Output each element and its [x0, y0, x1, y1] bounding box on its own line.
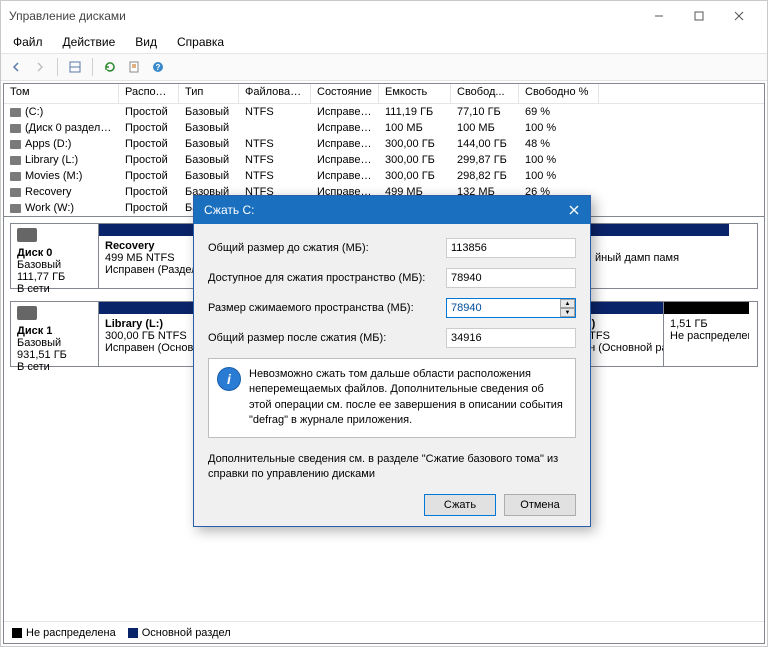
shrink-dialog: Сжать C: Общий размер до сжатия (МБ): 11… [193, 195, 591, 527]
disk-label[interactable]: Диск 1Базовый931,51 ГБВ сети [10, 301, 98, 367]
col-free[interactable]: Свобод... [451, 84, 519, 103]
total-before-value: 113856 [446, 238, 576, 258]
note-text: Дополнительные сведения см. в разделе "С… [208, 452, 576, 483]
volume-grid-header: Том Располо... Тип Файловая с... Состоян… [4, 84, 764, 104]
dialog-title: Сжать C: [204, 203, 254, 217]
partition[interactable]: йный дамп памя [589, 224, 729, 288]
info-icon: i [217, 367, 241, 391]
maximize-button[interactable] [679, 2, 719, 30]
views-button[interactable] [64, 56, 86, 78]
col-layout[interactable]: Располо... [119, 84, 179, 103]
info-box: i Невозможно сжать том дальше области ра… [208, 358, 576, 438]
col-pct[interactable]: Свободно % [519, 84, 599, 103]
menu-help[interactable]: Справка [169, 33, 232, 51]
volume-row[interactable]: Library (L:)ПростойБазовыйNTFSИсправен..… [4, 152, 764, 168]
col-status[interactable]: Состояние [311, 84, 379, 103]
refresh-button[interactable] [99, 56, 121, 78]
help-button[interactable]: ? [147, 56, 169, 78]
menubar: Файл Действие Вид Справка [1, 31, 767, 53]
total-after-label: Общий размер после сжатия (МБ): [208, 332, 446, 344]
window-title: Управление дисками [9, 9, 126, 23]
svg-text:?: ? [156, 63, 161, 72]
toolbar: ? [1, 53, 767, 81]
legend-unalloc: Не распределена [26, 627, 116, 639]
total-after-value: 34916 [446, 328, 576, 348]
partition[interactable]: 1,51 ГБНе распределен [664, 302, 749, 366]
shrink-button[interactable]: Сжать [424, 494, 496, 516]
available-label: Доступное для сжатия пространство (МБ): [208, 272, 446, 284]
cancel-button[interactable]: Отмена [504, 494, 576, 516]
legend: Не распределена Основной раздел [4, 621, 764, 643]
spinner-up[interactable]: ▲ [560, 299, 575, 308]
shrink-amount-label: Размер сжимаемого пространства (МБ): [208, 302, 446, 314]
minimize-button[interactable] [639, 2, 679, 30]
shrink-amount-input[interactable] [446, 298, 576, 318]
forward-button[interactable] [29, 56, 51, 78]
info-text: Невозможно сжать том дальше области расп… [249, 367, 567, 429]
available-value: 78940 [446, 268, 576, 288]
volume-row[interactable]: (C:)ПростойБазовыйNTFSИсправен...111,19 … [4, 104, 764, 120]
close-button[interactable] [719, 2, 759, 30]
col-volume[interactable]: Том [4, 84, 119, 103]
back-button[interactable] [5, 56, 27, 78]
menu-action[interactable]: Действие [55, 33, 124, 51]
col-capacity[interactable]: Емкость [379, 84, 451, 103]
col-type[interactable]: Тип [179, 84, 239, 103]
volume-row[interactable]: Movies (M:)ПростойБазовыйNTFSИсправен...… [4, 168, 764, 184]
menu-view[interactable]: Вид [127, 33, 165, 51]
volume-row[interactable]: (Диск 0 раздел 2)ПростойБазовыйИсправен.… [4, 120, 764, 136]
menu-file[interactable]: Файл [5, 33, 51, 51]
dialog-close-button[interactable] [558, 196, 590, 224]
total-before-label: Общий размер до сжатия (МБ): [208, 242, 446, 254]
volume-row[interactable]: Apps (D:)ПростойБазовыйNTFSИсправен...30… [4, 136, 764, 152]
dialog-titlebar: Сжать C: [194, 196, 590, 224]
disk-label[interactable]: Диск 0Базовый111,77 ГБВ сети [10, 223, 98, 289]
legend-primary: Основной раздел [142, 627, 231, 639]
col-fs[interactable]: Файловая с... [239, 84, 311, 103]
properties-button[interactable] [123, 56, 145, 78]
partition[interactable]: Recovery499 МБ NTFSИсправен (Раздел и [99, 224, 199, 288]
spinner-down[interactable]: ▼ [560, 308, 575, 317]
titlebar: Управление дисками [1, 1, 767, 31]
